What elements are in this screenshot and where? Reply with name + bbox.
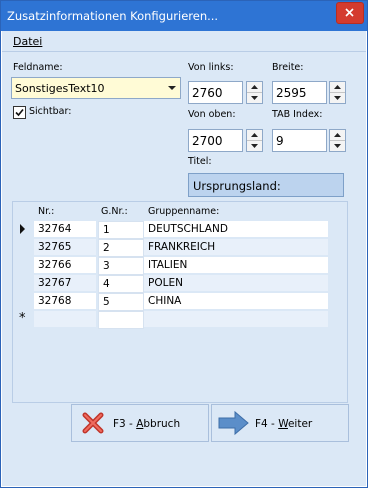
menu-bar: Datei bbox=[2, 31, 366, 52]
von-links-input[interactable]: 2760 bbox=[188, 81, 243, 104]
von-links-value: 2760 bbox=[192, 86, 223, 100]
close-icon bbox=[345, 8, 354, 17]
caret-up-icon bbox=[334, 85, 341, 89]
caret-down-icon bbox=[334, 144, 341, 148]
cell-gruppenname[interactable]: DEUTSCHLAND bbox=[144, 221, 328, 237]
feldname-value: SonstigesText10 bbox=[15, 82, 105, 95]
cell-nr[interactable] bbox=[34, 311, 96, 327]
feldname-combo[interactable]: SonstigesText10 bbox=[11, 77, 181, 99]
window-title: Zusatzinformationen Konfigurieren... bbox=[7, 9, 219, 23]
table-row[interactable]: 32767 4 POLEN bbox=[13, 274, 347, 293]
spin-down-button[interactable] bbox=[247, 93, 262, 103]
caret-down-icon bbox=[334, 96, 341, 100]
chevron-down-icon bbox=[168, 86, 176, 90]
cell-nr[interactable]: 32765 bbox=[34, 239, 96, 255]
spin-up-button[interactable] bbox=[247, 82, 262, 93]
spin-down-button[interactable] bbox=[330, 141, 345, 151]
new-row[interactable]: * bbox=[13, 310, 347, 329]
cell-gruppenname[interactable] bbox=[144, 311, 328, 327]
table-row[interactable]: 32766 3 ITALIEN bbox=[13, 256, 347, 275]
new-row-marker: * bbox=[19, 311, 26, 326]
sichtbar-checkbox[interactable] bbox=[13, 106, 26, 119]
row-selector[interactable] bbox=[13, 238, 33, 256]
row-pointer-icon bbox=[20, 224, 25, 234]
abbruch-button[interactable]: F3 - Abbruch bbox=[71, 404, 209, 442]
von-oben-label: Von oben: bbox=[188, 109, 236, 120]
new-row-selector[interactable]: * bbox=[13, 310, 33, 328]
column-header-gruppenname[interactable]: Gruppenname: bbox=[148, 206, 219, 217]
feldname-label: Feldname: bbox=[13, 62, 63, 73]
cell-gnr[interactable]: 5 bbox=[98, 293, 144, 311]
abbruch-label: F3 - Abbruch bbox=[113, 418, 181, 430]
row-selector[interactable] bbox=[13, 292, 33, 310]
spin-down-button[interactable] bbox=[247, 141, 262, 151]
row-selector[interactable] bbox=[13, 256, 33, 274]
row-selector[interactable] bbox=[13, 274, 33, 292]
cell-gnr[interactable] bbox=[98, 311, 144, 329]
red-x-icon bbox=[82, 412, 104, 434]
tab-index-spinner[interactable] bbox=[329, 129, 346, 152]
breite-spinner[interactable] bbox=[329, 81, 346, 104]
dialog-window: Zusatzinformationen Konfigurieren... Dat… bbox=[0, 0, 368, 488]
caret-down-icon bbox=[251, 144, 258, 148]
gruppen-grid: Nr.: G.Nr.: Gruppenname: 32764 1 DEUTSCH… bbox=[12, 201, 348, 403]
title-bar: Zusatzinformationen Konfigurieren... bbox=[1, 1, 367, 31]
dialog-client: Datei Feldname: SonstigesText10 Sichtbar… bbox=[2, 31, 366, 486]
von-oben-value: 2700 bbox=[192, 134, 223, 148]
cell-nr[interactable]: 32766 bbox=[34, 257, 96, 273]
tab-index-value: 9 bbox=[276, 134, 284, 148]
cell-gruppenname[interactable]: POLEN bbox=[144, 275, 328, 291]
von-links-spinner[interactable] bbox=[246, 81, 263, 104]
table-row[interactable]: 32765 2 FRANKREICH bbox=[13, 238, 347, 257]
menu-item-datei[interactable]: Datei bbox=[13, 35, 42, 48]
breite-input[interactable]: 2595 bbox=[272, 81, 327, 104]
table-row[interactable]: 32764 1 DEUTSCHLAND bbox=[13, 220, 347, 239]
cell-nr[interactable]: 32768 bbox=[34, 293, 96, 309]
cell-gruppenname[interactable]: FRANKREICH bbox=[144, 239, 328, 255]
row-selector[interactable] bbox=[13, 220, 33, 238]
combo-dropdown-button[interactable] bbox=[164, 78, 180, 98]
weiter-button[interactable]: F4 - Weiter bbox=[211, 404, 349, 442]
cell-gnr[interactable]: 2 bbox=[98, 239, 144, 257]
checkmark-icon bbox=[15, 108, 24, 117]
caret-up-icon bbox=[251, 85, 258, 89]
cell-gruppenname[interactable]: CHINA bbox=[144, 293, 328, 309]
von-links-label: Von links: bbox=[188, 62, 234, 73]
column-header-gnr[interactable]: G.Nr.: bbox=[101, 206, 128, 217]
cell-gnr[interactable]: 4 bbox=[98, 275, 144, 293]
titel-value: Ursprungsland: bbox=[193, 179, 281, 193]
sichtbar-label: Sichtbar: bbox=[29, 106, 72, 117]
caret-up-icon bbox=[251, 133, 258, 137]
caret-up-icon bbox=[334, 133, 341, 137]
cell-gnr[interactable]: 1 bbox=[98, 221, 144, 239]
tab-index-label: TAB Index: bbox=[272, 109, 323, 120]
breite-label: Breite: bbox=[272, 62, 304, 73]
table-row[interactable]: 32768 5 CHINA bbox=[13, 292, 347, 311]
caret-down-icon bbox=[251, 96, 258, 100]
spin-up-button[interactable] bbox=[247, 130, 262, 141]
cell-nr[interactable]: 32767 bbox=[34, 275, 96, 291]
cell-nr[interactable]: 32764 bbox=[34, 221, 96, 237]
blue-arrow-right-icon bbox=[218, 410, 249, 436]
spin-up-button[interactable] bbox=[330, 82, 345, 93]
weiter-label: F4 - Weiter bbox=[255, 418, 313, 430]
spin-down-button[interactable] bbox=[330, 93, 345, 103]
titel-label: Titel: bbox=[188, 156, 212, 167]
cell-gruppenname[interactable]: ITALIEN bbox=[144, 257, 328, 273]
breite-value: 2595 bbox=[276, 86, 307, 100]
von-oben-spinner[interactable] bbox=[246, 129, 263, 152]
column-header-nr[interactable]: Nr.: bbox=[38, 206, 54, 217]
cell-gnr[interactable]: 3 bbox=[98, 257, 144, 275]
von-oben-input[interactable]: 2700 bbox=[188, 129, 243, 152]
close-button[interactable] bbox=[336, 2, 364, 24]
tab-index-input[interactable]: 9 bbox=[272, 129, 327, 152]
spin-up-button[interactable] bbox=[330, 130, 345, 141]
titel-input[interactable]: Ursprungsland: bbox=[188, 173, 344, 197]
